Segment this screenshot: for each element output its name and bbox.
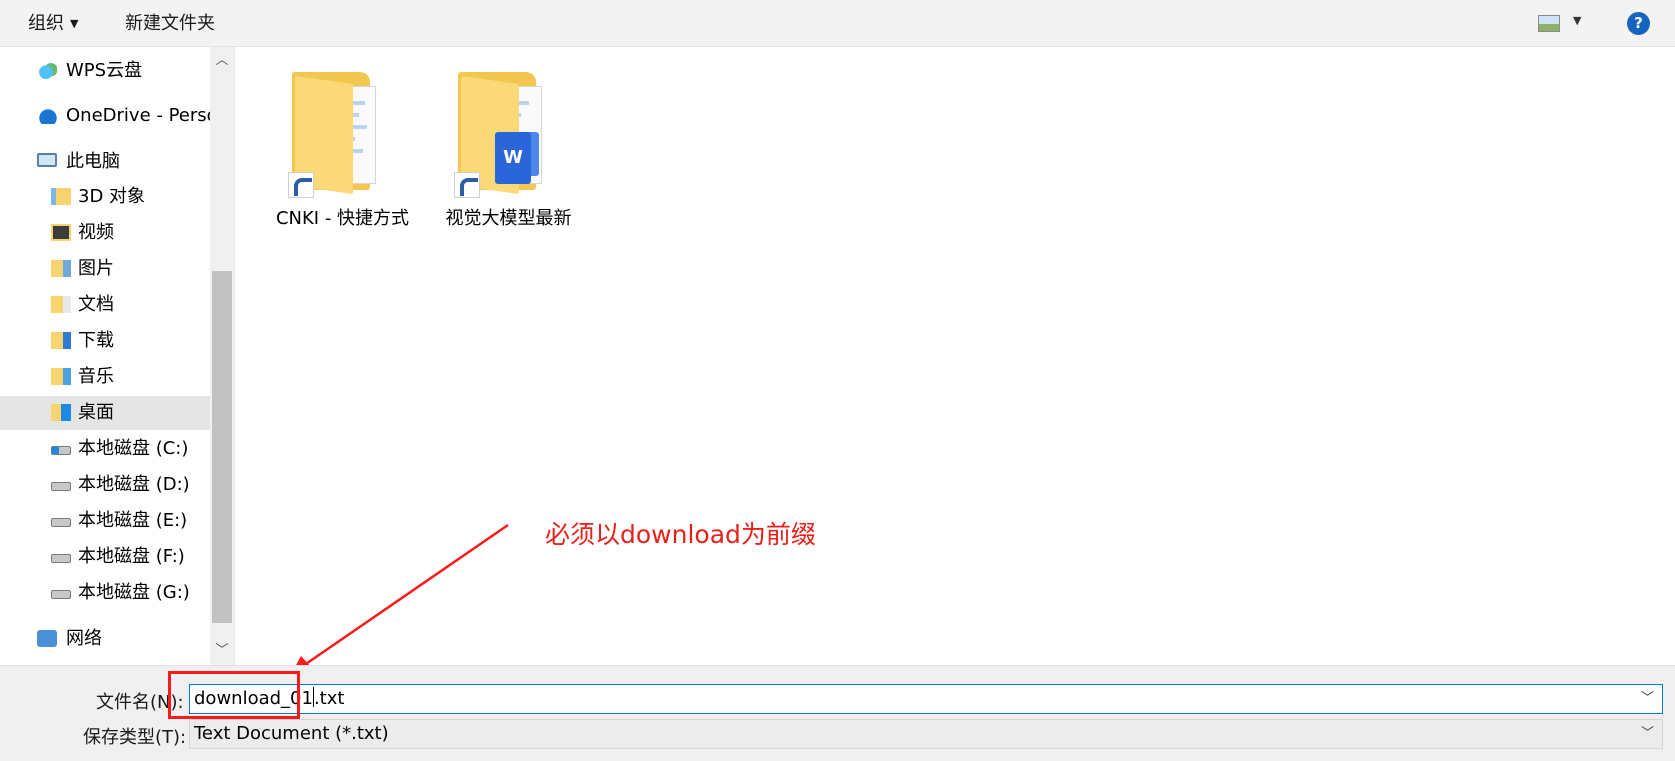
nav-item-label: OneDrive - Perso bbox=[66, 105, 210, 126]
nav-item-label: 视频 bbox=[78, 222, 114, 243]
nav-item-drive-d[interactable]: 本地磁盘 (D:) bbox=[0, 468, 210, 502]
nav-item-label: 本地磁盘 (G:) bbox=[78, 582, 190, 603]
nav-item-wps-cloud[interactable]: WPS云盘 bbox=[0, 54, 210, 88]
nav-item-label: 本地磁盘 (C:) bbox=[78, 438, 189, 459]
file-list-view: CNKI - 快捷方式 W 视觉大模型最新 bbox=[235, 47, 1675, 665]
drive-icon bbox=[51, 482, 71, 491]
documents-icon bbox=[51, 296, 71, 313]
navigation-scrollbar[interactable]: ︿ ﹀ bbox=[210, 47, 234, 665]
chevron-down-icon[interactable]: ﹀ bbox=[210, 640, 234, 662]
chevron-up-icon[interactable]: ︿ bbox=[210, 50, 234, 72]
nav-item-3d-objects[interactable]: 3D 对象 bbox=[0, 180, 210, 214]
view-options-dropdown-icon[interactable]: ▼ bbox=[1573, 14, 1581, 27]
downloads-icon bbox=[51, 332, 71, 349]
nav-item-label: 文档 bbox=[78, 294, 114, 315]
wps-cloud-icon bbox=[37, 62, 57, 79]
scrollbar-thumb[interactable] bbox=[212, 271, 232, 623]
drive-icon bbox=[51, 518, 71, 527]
file-name: CNKI - 快捷方式 bbox=[275, 208, 410, 229]
annotation-note: 必须以download为前缀 bbox=[545, 520, 816, 549]
nav-item-label: 3D 对象 bbox=[78, 186, 146, 207]
filetype-label: 保存类型(T): bbox=[83, 727, 187, 748]
nav-item-this-pc[interactable]: 此电脑 bbox=[0, 145, 210, 179]
shortcut-arrow-icon bbox=[288, 172, 314, 198]
nav-item-label: 图片 bbox=[78, 258, 114, 279]
chevron-down-icon[interactable]: ﹀ bbox=[1641, 720, 1654, 748]
command-bar: 组织 ▼ 新建文件夹 ▼ ? bbox=[0, 0, 1675, 47]
this-pc-icon bbox=[37, 153, 57, 167]
new-folder-button[interactable]: 新建文件夹 bbox=[125, 0, 215, 47]
nav-item-network[interactable]: 网络 bbox=[0, 622, 210, 656]
drive-icon bbox=[51, 554, 71, 563]
nav-item-drive-g[interactable]: 本地磁盘 (G:) bbox=[0, 576, 210, 610]
chevron-down-icon: ▼ bbox=[70, 17, 79, 30]
nav-item-label: 本地磁盘 (E:) bbox=[78, 510, 188, 531]
view-options-icon[interactable] bbox=[1538, 15, 1560, 32]
word-document-icon: W bbox=[495, 132, 531, 184]
shortcut-arrow-icon bbox=[454, 172, 480, 198]
nav-item-label: 网络 bbox=[66, 628, 102, 649]
nav-item-music[interactable]: 音乐 bbox=[0, 360, 210, 394]
nav-item-documents[interactable]: 文档 bbox=[0, 288, 210, 322]
annotation-highlight-box bbox=[168, 671, 300, 719]
filetype-select[interactable]: Text Document (*.txt) ﹀ bbox=[189, 719, 1663, 749]
nav-item-label: 音乐 bbox=[78, 366, 114, 387]
music-icon bbox=[51, 368, 71, 385]
3d-objects-icon bbox=[51, 188, 71, 205]
file-name: 视觉大模型最新 bbox=[445, 208, 572, 229]
nav-item-drive-e[interactable]: 本地磁盘 (E:) bbox=[0, 504, 210, 538]
nav-item-label: 下载 bbox=[78, 330, 114, 351]
filename-input[interactable]: download_01.txt ﹀ bbox=[189, 684, 1663, 714]
network-icon bbox=[37, 630, 57, 647]
nav-item-drive-f[interactable]: 本地磁盘 (F:) bbox=[0, 540, 210, 574]
filetype-value: Text Document (*.txt) bbox=[194, 723, 389, 744]
nav-item-label: 此电脑 bbox=[66, 151, 120, 172]
nav-item-label: 桌面 bbox=[78, 402, 114, 423]
help-button[interactable]: ? bbox=[1627, 12, 1650, 35]
organize-menu-button[interactable]: 组织 ▼ bbox=[28, 0, 78, 47]
organize-label: 组织 bbox=[28, 13, 64, 34]
drive-icon bbox=[51, 590, 71, 599]
nav-item-onedrive[interactable]: OneDrive - Perso bbox=[0, 99, 210, 133]
nav-item-desktop[interactable]: 桌面 bbox=[0, 396, 210, 430]
videos-icon bbox=[51, 224, 71, 241]
chevron-down-icon[interactable]: ﹀ bbox=[1641, 685, 1654, 713]
file-item-cnki-shortcut[interactable]: CNKI - 快捷方式 bbox=[255, 72, 430, 242]
nav-item-pictures[interactable]: 图片 bbox=[0, 252, 210, 286]
nav-item-drive-c[interactable]: 本地磁盘 (C:) bbox=[0, 432, 210, 466]
drive-c-icon bbox=[51, 446, 71, 455]
nav-item-downloads[interactable]: 下载 bbox=[0, 324, 210, 358]
desktop-icon bbox=[51, 404, 71, 421]
nav-item-label: 本地磁盘 (F:) bbox=[78, 546, 185, 567]
nav-item-label: WPS云盘 bbox=[66, 60, 143, 81]
onedrive-icon bbox=[37, 107, 57, 124]
pictures-icon bbox=[51, 260, 71, 277]
nav-item-videos[interactable]: 视频 bbox=[0, 216, 210, 250]
nav-item-label: 本地磁盘 (D:) bbox=[78, 474, 190, 495]
file-item-visual-model-shortcut[interactable]: W 视觉大模型最新 bbox=[421, 72, 596, 242]
filename-text-after-cursor: .txt bbox=[313, 688, 345, 709]
navigation-pane: WPS云盘 OneDrive - Perso 此电脑 3D 对象 视频 图片 文… bbox=[0, 47, 210, 665]
